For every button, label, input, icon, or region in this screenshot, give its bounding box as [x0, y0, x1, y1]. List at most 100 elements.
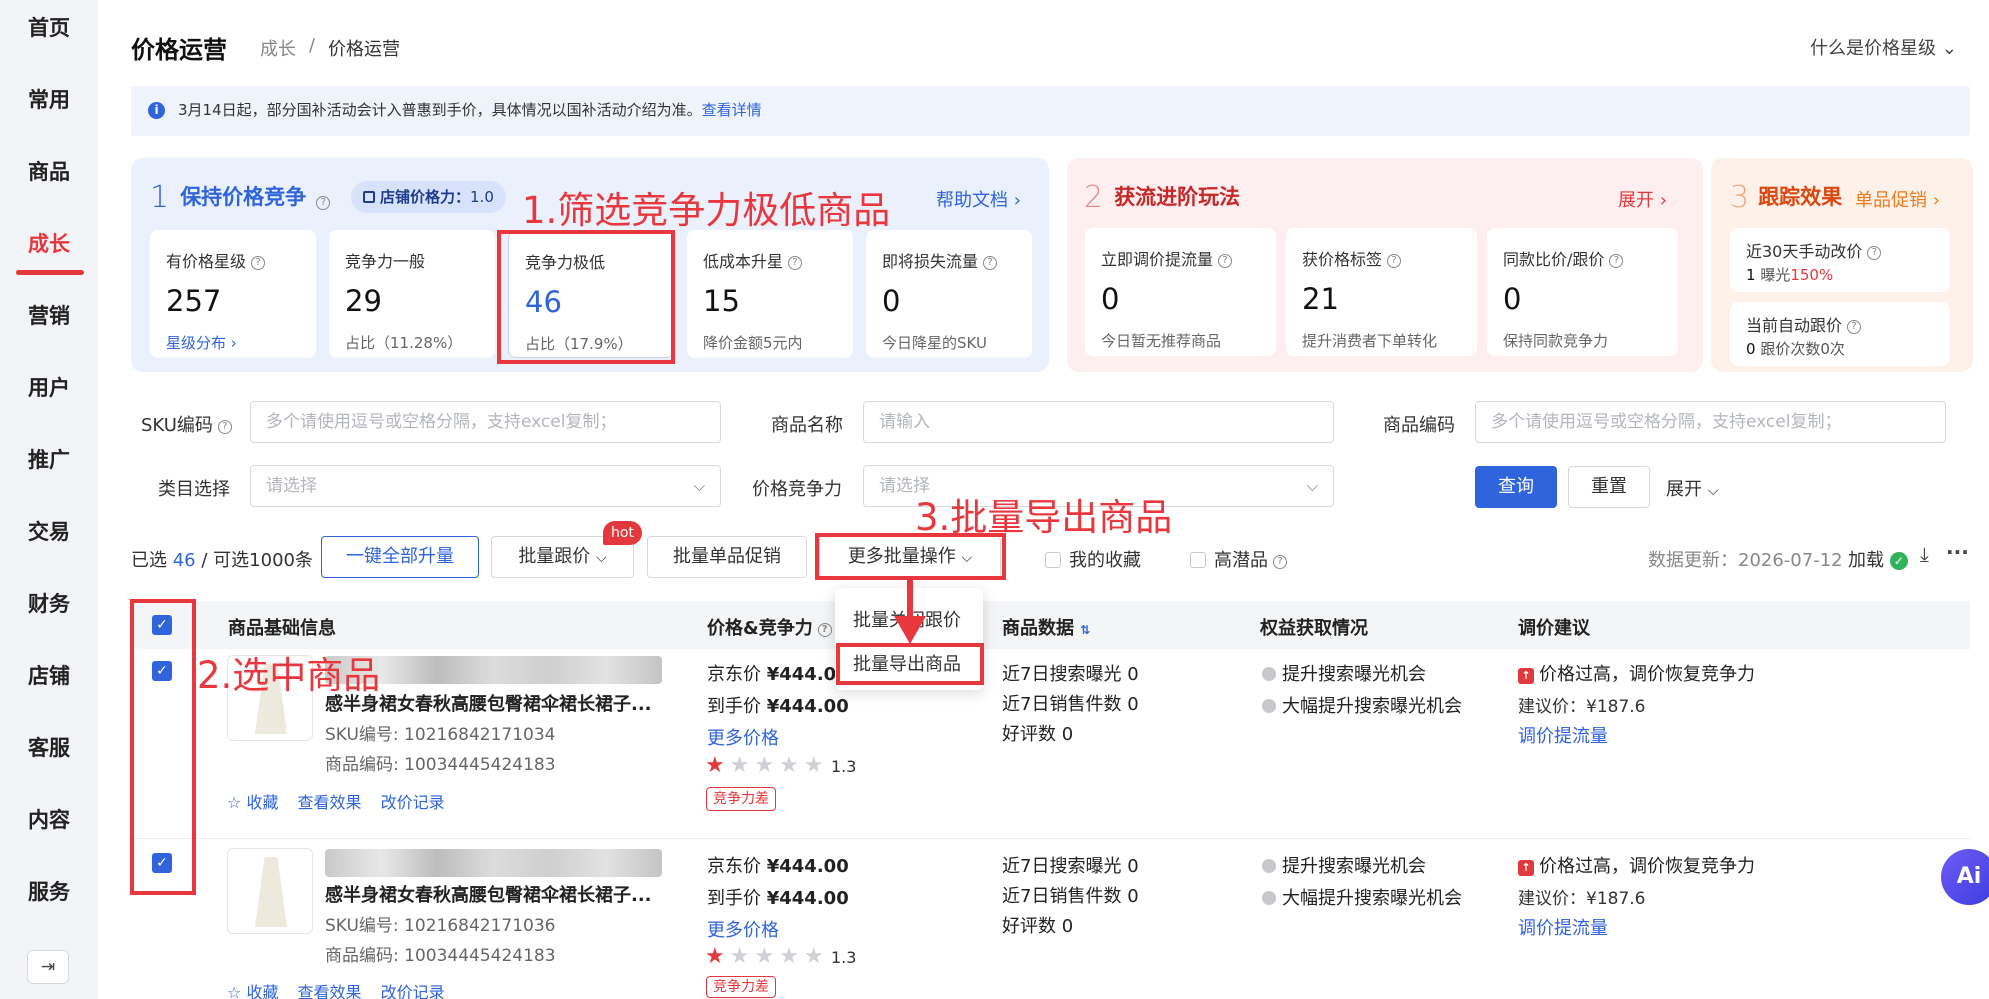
col-product-data[interactable]: 商品数据 ⇅	[1002, 614, 1090, 640]
adjust-price-link[interactable]: 调价提流量	[1518, 722, 1608, 748]
card-same-product-compare[interactable]: 同款比价/跟价? 0 保持同款竞争力	[1487, 228, 1678, 356]
search-exposure: 近7日搜索曝光 0	[1002, 664, 1139, 685]
rating-stars: ★★★★★	[705, 944, 829, 969]
help-icon[interactable]: ?	[316, 196, 331, 210]
sidebar-item-promotion[interactable]: 推广	[0, 445, 98, 475]
more-price-link[interactable]: 更多价格	[707, 724, 779, 750]
product-code: 商品编码: 10034445424183	[325, 755, 556, 775]
expand-filters-button[interactable]: 展开 ⌵	[1666, 475, 1718, 501]
sidebar-item-home[interactable]: 首页	[0, 13, 98, 43]
shop-price-power-badge: 店铺价格力：1.0	[351, 181, 506, 213]
sort-icon[interactable]: ⇅	[1080, 623, 1090, 637]
annotation-box-step1	[497, 230, 675, 364]
jd-price: 京东价 ¥444.00	[707, 856, 849, 877]
star-outline-icon: ☆	[227, 793, 242, 812]
section3-header: 3 跟踪效果	[1730, 180, 1843, 215]
help-doc-link[interactable]: 帮助文档 ›	[936, 186, 1021, 212]
sidebar-item-marketing[interactable]: 营销	[0, 301, 98, 331]
price-suggestion: ↑ 价格过高，调价恢复竞争力	[1518, 852, 1755, 878]
high-potential-checkbox[interactable]: 高潜品?	[1190, 546, 1287, 572]
check-circle-icon	[1262, 667, 1276, 681]
download-icon[interactable]: ⤓	[1920, 542, 1929, 566]
product-title[interactable]: 感半身裙女春秋高腰包臀裙伞裙长裙子...	[325, 881, 652, 907]
hand-price: 到手价 ¥444.00	[707, 888, 849, 909]
competition-poor-tag: 竞争力差	[706, 976, 776, 998]
check-circle-icon	[1262, 699, 1276, 713]
card-manual-price-change[interactable]: 近30天手动改价? 1 曝光150%	[1730, 228, 1950, 292]
card-has-star[interactable]: 有价格星级? 257 星级分布 ›	[150, 230, 316, 358]
favorite-link[interactable]: ☆ 收藏	[227, 983, 278, 999]
sidebar-item-growth[interactable]: 成长	[0, 229, 98, 259]
view-effect-link[interactable]: 查看效果	[298, 983, 362, 999]
card-competition-normal[interactable]: 竞争力一般 29 占比（11.28%）	[329, 230, 495, 358]
review-count: 好评数 0	[1002, 916, 1074, 937]
right-item: 提升搜索曝光机会	[1262, 852, 1426, 878]
product-code-input[interactable]: 多个请使用逗号或空格分隔，支持excel复制；	[1475, 401, 1946, 443]
card-low-cost-upgrade[interactable]: 低成本升星? 15 降价金额5元内	[687, 230, 853, 358]
product-name-label: 商品名称	[771, 415, 843, 436]
card-price-tag[interactable]: 获价格标签? 21 提升消费者下单转化	[1286, 228, 1477, 356]
query-button[interactable]: 查询	[1475, 466, 1557, 508]
ai-assistant-button[interactable]: Ai	[1941, 849, 1989, 905]
price-history-link[interactable]: 改价记录	[381, 793, 445, 812]
arrow-up-badge-icon: ↑	[1518, 668, 1534, 684]
breadcrumb-current: 价格运营	[328, 39, 400, 60]
product-name-input[interactable]: 请输入	[863, 401, 1334, 443]
sidebar-item-shop[interactable]: 店铺	[0, 661, 98, 691]
notice-detail-link[interactable]: 查看详情	[702, 101, 762, 119]
sidebar-item-content[interactable]: 内容	[0, 805, 98, 835]
sku-input[interactable]: 多个请使用逗号或空格分隔，支持excel复制；	[250, 401, 721, 443]
review-count: 好评数 0	[1002, 724, 1074, 745]
sales-count: 近7日销售件数 0	[1002, 694, 1139, 715]
page-title: 价格运营	[131, 36, 227, 64]
card-adjust-price-traffic[interactable]: 立即调价提流量? 0 今日暂无推荐商品	[1085, 228, 1276, 356]
data-update-time: 数据更新：2026-07-12	[1648, 550, 1843, 571]
check-circle-icon	[1262, 891, 1276, 905]
card-auto-follow-price[interactable]: 当前自动跟价? 0 跟价次数0次	[1730, 302, 1950, 366]
col-price-suggestion: 调价建议	[1518, 618, 1590, 639]
sidebar-item-service[interactable]: 客服	[0, 733, 98, 763]
suggested-price: 建议价：¥187.6	[1518, 697, 1646, 717]
breadcrumb-growth[interactable]: 成长	[260, 35, 296, 61]
sidebar-item-finance[interactable]: 财务	[0, 589, 98, 619]
sidebar-item-products[interactable]: 商品	[0, 157, 98, 187]
sidebar-item-trade[interactable]: 交易	[0, 517, 98, 547]
sales-count: 近7日销售件数 0	[1002, 886, 1139, 907]
view-effect-link[interactable]: 查看效果	[298, 793, 362, 812]
annotation-step3: 3.批量导出商品	[915, 496, 1173, 539]
star-outline-icon: ☆	[227, 983, 242, 999]
sidebar-item-common[interactable]: 常用	[0, 85, 98, 115]
price-history-link[interactable]: 改价记录	[381, 983, 445, 999]
more-options-icon[interactable]: ···	[1946, 540, 1969, 564]
card-losing-traffic[interactable]: 即将损失流量? 0 今日降星的SKU	[866, 230, 1032, 358]
annotation-arrow	[894, 578, 926, 644]
product-code-label: 商品编码	[1383, 415, 1455, 436]
check-circle-icon: ✓	[1889, 552, 1908, 570]
sidebar-item-services[interactable]: 服务	[0, 877, 98, 907]
what-is-price-star-link[interactable]: 什么是价格星级 ⌄	[1810, 34, 1957, 60]
upgrade-all-button[interactable]: 一键全部升量	[321, 536, 479, 578]
section2-expand-link[interactable]: 展开 ›	[1618, 186, 1667, 212]
single-promo-link[interactable]: 单品促销 ›	[1855, 186, 1940, 212]
more-price-link[interactable]: 更多价格	[707, 916, 779, 942]
sidebar: 首页 常用 商品 成长 营销 用户 推广 交易 财务 店铺 客服 内容 服务	[0, 0, 98, 999]
reset-button[interactable]: 重置	[1568, 466, 1650, 508]
competition-poor-tag: 竞争力差	[706, 787, 776, 811]
arrow-up-badge-icon: ↑	[1518, 860, 1534, 876]
star-distribution-link[interactable]: 星级分布 ›	[166, 332, 237, 353]
category-label: 类目选择	[158, 479, 230, 500]
product-code: 商品编码: 10034445424183	[325, 946, 556, 966]
category-select[interactable]: 请选择 ⌵	[250, 465, 721, 507]
collapse-sidebar-icon[interactable]: ⇥	[27, 950, 69, 984]
sidebar-active-indicator	[16, 270, 84, 275]
sku-number: SKU编号: 10216842171034	[325, 725, 556, 745]
chevron-down-icon: ⌵	[1306, 477, 1318, 495]
right-item: 大幅提升搜索曝光机会	[1262, 884, 1462, 910]
batch-single-promo-button[interactable]: 批量单品促销	[647, 536, 807, 578]
my-favorites-checkbox[interactable]: 我的收藏	[1045, 546, 1141, 572]
sidebar-item-users[interactable]: 用户	[0, 373, 98, 403]
adjust-price-link[interactable]: 调价提流量	[1518, 914, 1608, 940]
product-thumbnail[interactable]	[227, 848, 313, 934]
rating-stars: ★★★★★	[705, 753, 829, 778]
favorite-link[interactable]: ☆ 收藏	[227, 793, 278, 812]
